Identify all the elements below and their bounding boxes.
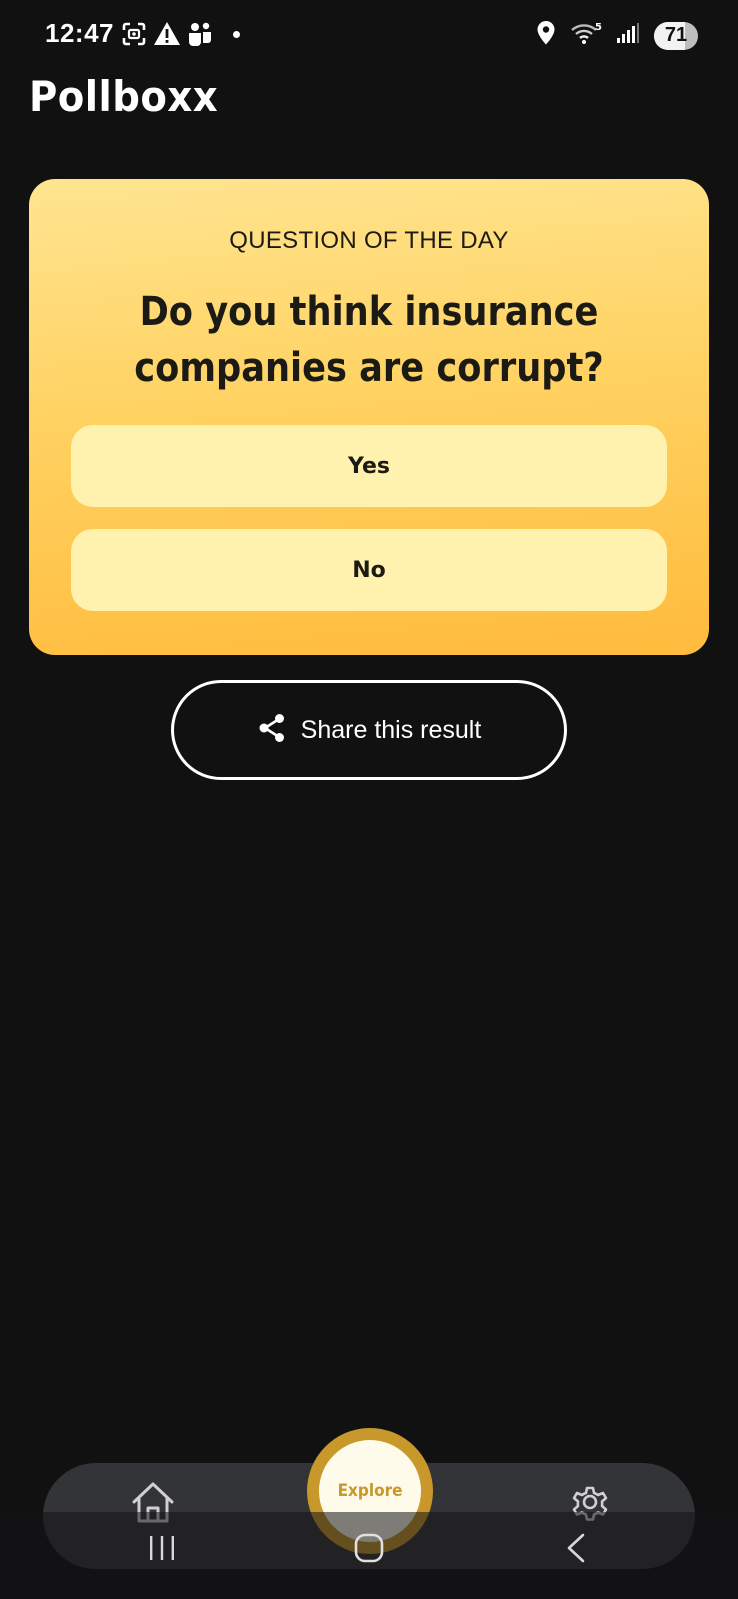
question-text: Do you think insurance companies are cor… bbox=[134, 289, 604, 391]
notification-dot bbox=[233, 30, 240, 38]
explore-label: Explore bbox=[337, 1481, 403, 1501]
recents-button[interactable] bbox=[137, 1530, 187, 1570]
answer-yes-button[interactable]: Yes bbox=[71, 425, 667, 507]
warning-icon bbox=[153, 21, 181, 47]
status-right-icons: 5 71 bbox=[536, 20, 698, 51]
answer-no-button[interactable]: No bbox=[71, 529, 667, 611]
question-of-the-day-label: QUESTION OF THE DAY bbox=[229, 227, 509, 254]
status-time: 12:47 bbox=[45, 18, 114, 48]
back-icon bbox=[563, 1532, 589, 1569]
battery-icon: 71 bbox=[654, 21, 698, 50]
recents-icon bbox=[147, 1534, 177, 1567]
share-icon bbox=[257, 713, 287, 748]
location-icon bbox=[536, 20, 556, 51]
status-left-icons bbox=[121, 21, 240, 47]
wifi-icon: 5 bbox=[570, 21, 602, 50]
svg-text:5: 5 bbox=[595, 22, 602, 33]
back-button[interactable] bbox=[551, 1530, 601, 1570]
home-button-icon bbox=[353, 1532, 385, 1569]
app-screen: 12:47 5 71 Pollboxx QUESTION OF THE DAY … bbox=[0, 0, 738, 1599]
share-result-button[interactable]: Share this result bbox=[171, 680, 567, 780]
signal-icon bbox=[616, 22, 640, 49]
share-result-label: Share this result bbox=[300, 715, 482, 744]
teams-icon bbox=[187, 21, 213, 47]
status-bar: 12:47 5 71 bbox=[0, 0, 738, 72]
system-home-button[interactable] bbox=[344, 1530, 394, 1570]
app-title: Pollboxx bbox=[29, 72, 219, 121]
screenshot-icon bbox=[121, 21, 147, 47]
battery-level: 71 bbox=[664, 24, 688, 46]
system-nav-bar bbox=[0, 1512, 738, 1599]
question-card: QUESTION OF THE DAY Do you think insuran… bbox=[29, 179, 709, 655]
